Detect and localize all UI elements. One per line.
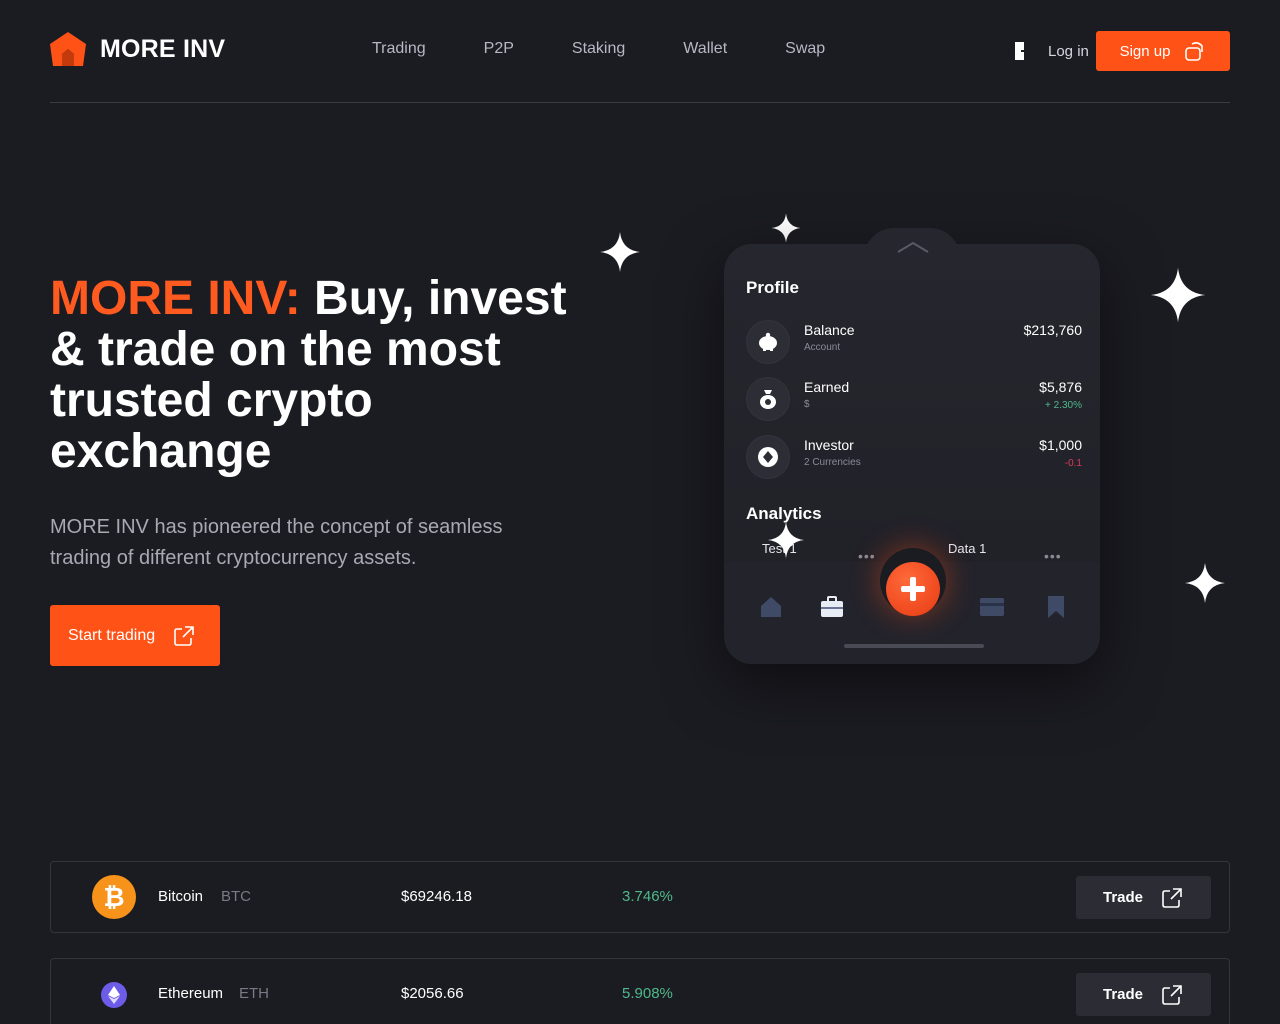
logo-mark-icon	[50, 32, 86, 66]
nav-item-trading[interactable]: Trading	[372, 40, 426, 58]
login-link[interactable]: Log in	[1012, 40, 1089, 62]
coin-symbol: BTC	[221, 888, 251, 905]
row-change: + 2.30%	[1045, 400, 1082, 411]
start-trading-button[interactable]: Start trading	[50, 605, 220, 666]
external-link-icon	[174, 625, 194, 646]
money-bag-icon	[746, 377, 790, 421]
signup-label: Sign up	[1119, 42, 1171, 60]
bitcoin-icon: ₿	[92, 875, 136, 919]
trade-button[interactable]: Trade	[1076, 973, 1211, 1016]
bookmark-icon[interactable]	[1043, 594, 1069, 620]
coin-symbol: ETH	[239, 985, 269, 1002]
trade-label: Trade	[1103, 986, 1144, 1003]
start-trading-label: Start trading	[68, 626, 156, 644]
coin-price: $69246.18	[401, 888, 472, 905]
card-icon[interactable]	[979, 594, 1005, 620]
row-sub: 2 Currencies	[804, 457, 861, 468]
row-name: Earned	[804, 379, 850, 395]
hero-title-accent: MORE INV:	[50, 272, 301, 325]
add-button[interactable]	[886, 562, 940, 616]
trade-button[interactable]: Trade	[1076, 876, 1211, 919]
nav-item-staking[interactable]: Staking	[572, 40, 625, 58]
ethereum-icon	[101, 982, 127, 1008]
profile-row-investor[interactable]: Investor 2 Currencies $1,000 -0.1	[746, 435, 1082, 481]
main-nav: Trading P2P Staking Wallet Swap	[372, 40, 883, 58]
nav-item-wallet[interactable]: Wallet	[683, 40, 727, 58]
trade-label: Trade	[1103, 889, 1144, 906]
row-value: $213,760	[1023, 322, 1082, 338]
analytics-chip[interactable]: Data 1	[948, 540, 986, 564]
home-indicator	[844, 644, 984, 648]
brand-name: MORE INV	[100, 34, 226, 63]
sparkle-icon	[1150, 267, 1206, 323]
briefcase-icon[interactable]	[819, 594, 845, 620]
signup-button[interactable]: Sign up	[1096, 31, 1230, 71]
coin-change: 3.746%	[622, 888, 673, 905]
home-icon[interactable]	[758, 594, 784, 620]
plus-icon	[901, 577, 925, 601]
coin-name: Bitcoin	[158, 888, 204, 905]
investor-icon	[746, 435, 790, 479]
external-link-icon	[1162, 887, 1182, 908]
hero-description: MORE INV has pioneered the concept of se…	[50, 516, 503, 569]
row-value: $5,876	[1039, 379, 1082, 395]
coin-name: Ethereum	[158, 985, 224, 1002]
row-name: Balance	[804, 322, 855, 338]
row-name: Investor	[804, 437, 854, 453]
row-sub: Account	[804, 342, 841, 353]
nav-item-p2p[interactable]: P2P	[484, 40, 514, 58]
profile-row-earned[interactable]: Earned $ $5,876 + 2.30%	[746, 377, 1082, 423]
sparkle-icon	[1185, 563, 1225, 603]
brand-logo[interactable]: MORE INV	[50, 32, 225, 66]
login-label: Log in	[1048, 42, 1089, 60]
site-header: MORE INV Trading P2P Staking Wallet Swap…	[50, 0, 1230, 103]
row-value: $1,000	[1039, 437, 1082, 453]
profile-row-balance[interactable]: Balance Account $213,760	[746, 320, 1082, 366]
profile-phone-card: Profile Balance Account $213,760 Earned …	[724, 228, 1100, 664]
sparkle-icon	[771, 213, 801, 243]
external-link-icon	[1162, 984, 1182, 1005]
coin-price: $2056.66	[401, 985, 464, 1002]
piggy-bank-icon	[746, 320, 790, 364]
row-change: -0.1	[1064, 458, 1082, 469]
signup-icon	[1185, 42, 1204, 61]
hero-title: MORE INV: Buy, invest & trade on the mos…	[50, 273, 570, 477]
login-icon	[1015, 42, 1032, 60]
sparkle-icon	[600, 232, 640, 272]
chevron-up-icon[interactable]	[896, 240, 930, 254]
phone-tab-bar	[724, 548, 1100, 664]
sparkle-icon	[767, 521, 805, 559]
chip-label: Data 1	[948, 541, 987, 556]
nav-item-swap[interactable]: Swap	[785, 40, 825, 58]
row-sub: $	[804, 399, 810, 410]
profile-title: Profile	[746, 278, 799, 297]
market-row-bitcoin: ₿ Bitcoin BTC $69246.18 3.746% Trade	[50, 861, 1230, 933]
coin-change: 5.908%	[622, 985, 673, 1002]
market-row-ethereum: Ethereum ETH $2056.66 5.908% Trade	[50, 958, 1230, 1024]
